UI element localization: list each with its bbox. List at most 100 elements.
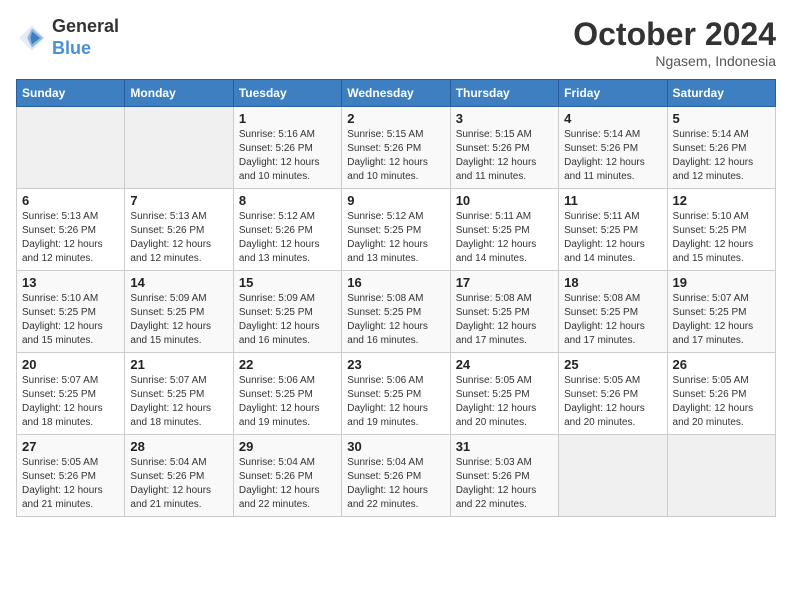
day-info: Sunrise: 5:06 AM Sunset: 5:25 PM Dayligh… xyxy=(239,374,336,430)
day-info: Sunrise: 5:03 AM Sunset: 5:26 PM Dayligh… xyxy=(456,456,553,512)
calendar-cell: 30 Sunrise: 5:04 AM Sunset: 5:26 PM Dayli… xyxy=(342,435,450,517)
day-number: 22 xyxy=(239,357,336,372)
calendar-cell: 6 Sunrise: 5:13 AM Sunset: 5:26 PM Daylig… xyxy=(17,189,125,271)
header-cell-thursday: Thursday xyxy=(450,80,558,107)
page-header: General Blue October 2024 Ngasem, Indone… xyxy=(16,16,776,69)
logo-blue: Blue xyxy=(52,38,119,60)
day-number: 4 xyxy=(564,111,661,126)
day-number: 11 xyxy=(564,193,661,208)
calendar-cell: 25 Sunrise: 5:05 AM Sunset: 5:26 PM Dayli… xyxy=(559,353,667,435)
header-cell-saturday: Saturday xyxy=(667,80,775,107)
calendar-cell: 4 Sunrise: 5:14 AM Sunset: 5:26 PM Daylig… xyxy=(559,107,667,189)
calendar-cell: 3Sunrise: 5:15 AM Sunset: 5:26 PM Daylig… xyxy=(450,107,558,189)
calendar-cell xyxy=(559,435,667,517)
calendar-cell: 7Sunrise: 5:13 AM Sunset: 5:26 PM Daylig… xyxy=(125,189,233,271)
day-info: Sunrise: 5:14 AM Sunset: 5:26 PM Dayligh… xyxy=(673,128,770,184)
day-info: Sunrise: 5:05 AM Sunset: 5:26 PM Dayligh… xyxy=(564,374,661,430)
calendar-cell: 12 Sunrise: 5:10 AM Sunset: 5:25 PM Dayli… xyxy=(667,189,775,271)
day-info: Sunrise: 5:08 AM Sunset: 5:25 PM Dayligh… xyxy=(347,292,444,348)
day-number: 21 xyxy=(130,357,227,372)
calendar-cell: 21 Sunrise: 5:07 AM Sunset: 5:25 PM Dayli… xyxy=(125,353,233,435)
calendar-cell: 5 Sunrise: 5:14 AM Sunset: 5:26 PM Daylig… xyxy=(667,107,775,189)
day-number: 26 xyxy=(673,357,770,372)
day-number: 5 xyxy=(673,111,770,126)
day-number: 24 xyxy=(456,357,553,372)
calendar-cell: 17 Sunrise: 5:08 AM Sunset: 5:25 PM Dayli… xyxy=(450,271,558,353)
day-number: 12 xyxy=(673,193,770,208)
day-info: Sunrise: 5:08 AM Sunset: 5:25 PM Dayligh… xyxy=(456,292,553,348)
calendar-cell: 27Sunrise: 5:05 AM Sunset: 5:26 PM Dayli… xyxy=(17,435,125,517)
day-number: 10 xyxy=(456,193,553,208)
calendar-cell: 15 Sunrise: 5:09 AM Sunset: 5:25 PM Dayli… xyxy=(233,271,341,353)
day-info: Sunrise: 5:13 AM Sunset: 5:26 PM Dayligh… xyxy=(130,210,227,266)
day-number: 9 xyxy=(347,193,444,208)
calendar-cell: 26 Sunrise: 5:05 AM Sunset: 5:26 PM Dayli… xyxy=(667,353,775,435)
calendar-cell: 22 Sunrise: 5:06 AM Sunset: 5:25 PM Dayli… xyxy=(233,353,341,435)
day-number: 13 xyxy=(22,275,119,290)
day-info: Sunrise: 5:11 AM Sunset: 5:25 PM Dayligh… xyxy=(456,210,553,266)
calendar-week-3: 13 Sunrise: 5:10 AM Sunset: 5:25 PM Dayli… xyxy=(17,271,776,353)
day-info: Sunrise: 5:10 AM Sunset: 5:25 PM Dayligh… xyxy=(673,210,770,266)
logo-text: General Blue xyxy=(52,16,119,59)
day-number: 18 xyxy=(564,275,661,290)
header-cell-tuesday: Tuesday xyxy=(233,80,341,107)
calendar-cell: 1 Sunrise: 5:16 AM Sunset: 5:26 PM Daylig… xyxy=(233,107,341,189)
calendar-cell xyxy=(125,107,233,189)
day-number: 3 xyxy=(456,111,553,126)
day-number: 29 xyxy=(239,439,336,454)
day-number: 8 xyxy=(239,193,336,208)
logo-general: General xyxy=(52,16,119,38)
day-info: Sunrise: 5:12 AM Sunset: 5:25 PM Dayligh… xyxy=(347,210,444,266)
calendar-week-1: 1 Sunrise: 5:16 AM Sunset: 5:26 PM Daylig… xyxy=(17,107,776,189)
calendar-cell: 2 Sunrise: 5:15 AM Sunset: 5:26 PM Daylig… xyxy=(342,107,450,189)
calendar-week-2: 6 Sunrise: 5:13 AM Sunset: 5:26 PM Daylig… xyxy=(17,189,776,271)
calendar-cell: 28 Sunrise: 5:04 AM Sunset: 5:26 PM Dayli… xyxy=(125,435,233,517)
calendar-cell: 18Sunrise: 5:08 AM Sunset: 5:25 PM Dayli… xyxy=(559,271,667,353)
calendar-week-5: 27Sunrise: 5:05 AM Sunset: 5:26 PM Dayli… xyxy=(17,435,776,517)
day-info: Sunrise: 5:04 AM Sunset: 5:26 PM Dayligh… xyxy=(130,456,227,512)
day-info: Sunrise: 5:10 AM Sunset: 5:25 PM Dayligh… xyxy=(22,292,119,348)
month-title: October 2024 xyxy=(573,16,776,53)
day-number: 6 xyxy=(22,193,119,208)
day-info: Sunrise: 5:07 AM Sunset: 5:25 PM Dayligh… xyxy=(673,292,770,348)
calendar-cell: 29 Sunrise: 5:04 AM Sunset: 5:26 PM Dayli… xyxy=(233,435,341,517)
day-number: 19 xyxy=(673,275,770,290)
day-number: 16 xyxy=(347,275,444,290)
header-cell-wednesday: Wednesday xyxy=(342,80,450,107)
calendar-header: SundayMondayTuesdayWednesdayThursdayFrid… xyxy=(17,80,776,107)
calendar-cell: 19 Sunrise: 5:07 AM Sunset: 5:25 PM Dayli… xyxy=(667,271,775,353)
calendar-week-4: 20 Sunrise: 5:07 AM Sunset: 5:25 PM Dayli… xyxy=(17,353,776,435)
calendar-body: 1 Sunrise: 5:16 AM Sunset: 5:26 PM Daylig… xyxy=(17,107,776,517)
day-info: Sunrise: 5:09 AM Sunset: 5:25 PM Dayligh… xyxy=(130,292,227,348)
day-info: Sunrise: 5:04 AM Sunset: 5:26 PM Dayligh… xyxy=(347,456,444,512)
day-number: 17 xyxy=(456,275,553,290)
day-info: Sunrise: 5:05 AM Sunset: 5:25 PM Dayligh… xyxy=(456,374,553,430)
day-number: 15 xyxy=(239,275,336,290)
header-cell-monday: Monday xyxy=(125,80,233,107)
day-number: 2 xyxy=(347,111,444,126)
day-info: Sunrise: 5:09 AM Sunset: 5:25 PM Dayligh… xyxy=(239,292,336,348)
day-info: Sunrise: 5:05 AM Sunset: 5:26 PM Dayligh… xyxy=(673,374,770,430)
day-info: Sunrise: 5:13 AM Sunset: 5:26 PM Dayligh… xyxy=(22,210,119,266)
calendar-cell: 20Sunrise: 5:07 AM Sunset: 5:25 PM Dayli… xyxy=(17,353,125,435)
calendar-cell: 31 Sunrise: 5:03 AM Sunset: 5:26 PM Dayli… xyxy=(450,435,558,517)
day-number: 1 xyxy=(239,111,336,126)
day-info: Sunrise: 5:14 AM Sunset: 5:26 PM Dayligh… xyxy=(564,128,661,184)
day-number: 28 xyxy=(130,439,227,454)
day-info: Sunrise: 5:16 AM Sunset: 5:26 PM Dayligh… xyxy=(239,128,336,184)
logo-icon xyxy=(16,22,48,54)
day-number: 31 xyxy=(456,439,553,454)
day-info: Sunrise: 5:15 AM Sunset: 5:26 PM Dayligh… xyxy=(347,128,444,184)
header-row: SundayMondayTuesdayWednesdayThursdayFrid… xyxy=(17,80,776,107)
day-number: 14 xyxy=(130,275,227,290)
day-number: 20 xyxy=(22,357,119,372)
calendar-cell: 16 Sunrise: 5:08 AM Sunset: 5:25 PM Dayli… xyxy=(342,271,450,353)
day-info: Sunrise: 5:07 AM Sunset: 5:25 PM Dayligh… xyxy=(130,374,227,430)
day-info: Sunrise: 5:04 AM Sunset: 5:26 PM Dayligh… xyxy=(239,456,336,512)
calendar-cell: 11 Sunrise: 5:11 AM Sunset: 5:25 PM Dayli… xyxy=(559,189,667,271)
day-number: 25 xyxy=(564,357,661,372)
logo: General Blue xyxy=(16,16,119,59)
day-info: Sunrise: 5:11 AM Sunset: 5:25 PM Dayligh… xyxy=(564,210,661,266)
day-number: 30 xyxy=(347,439,444,454)
header-cell-sunday: Sunday xyxy=(17,80,125,107)
